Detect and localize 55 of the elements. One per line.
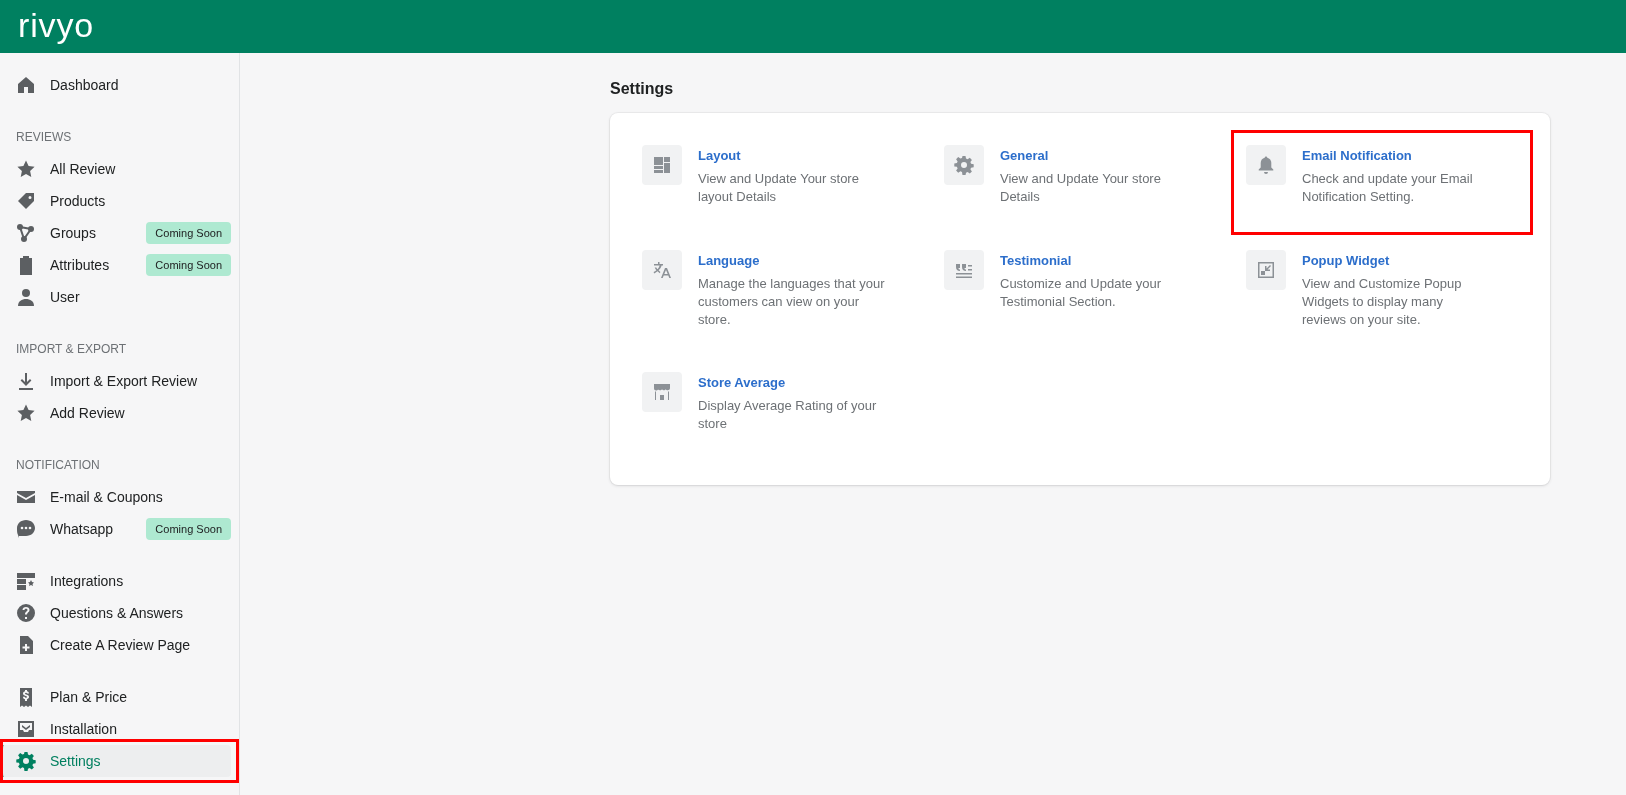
- section-heading: IMPORT & EXPORT: [16, 341, 127, 358]
- star-icon: [16, 159, 36, 179]
- nav-item[interactable]: Add Review: [4, 397, 125, 429]
- settings-icon: [16, 751, 36, 771]
- coming-soon-badge: Coming Soon: [146, 517, 231, 541]
- option-link[interactable]: Layout: [698, 147, 741, 165]
- tag-icon: [16, 191, 36, 211]
- server-gear-icon: [16, 571, 36, 591]
- option-description: Customize and Update your Testimonial Section.: [1000, 275, 1163, 311]
- option-link[interactable]: General: [1000, 147, 1049, 165]
- house-icon: [16, 75, 36, 95]
- nav-item[interactable]: Dashboard: [4, 69, 119, 101]
- nav-item[interactable]: All Review: [4, 153, 116, 185]
- nav-item[interactable]: Integrations: [4, 565, 124, 597]
- nav-item[interactable]: Installation: [4, 713, 117, 745]
- nav-item[interactable]: Products: [4, 185, 106, 217]
- nav-item[interactable]: Attributes: [4, 249, 110, 281]
- nav-item[interactable]: User: [4, 281, 80, 313]
- translate-icon: [652, 260, 672, 280]
- person-icon: [16, 287, 36, 307]
- nav-item[interactable]: Create A Review Page: [4, 629, 191, 661]
- option-link[interactable]: Language: [698, 252, 760, 270]
- nav-item[interactable]: Import & Export Review: [4, 365, 198, 397]
- question-icon: [16, 603, 36, 623]
- nav-item[interactable]: Groups: [4, 217, 96, 249]
- nav-item[interactable]: E-mail & Coupons: [4, 481, 163, 513]
- chat-bubble-icon: [16, 519, 36, 539]
- option-description: Check and update your Email Notification Setting.: [1302, 170, 1474, 206]
- nodes-icon: [16, 223, 36, 243]
- coming-soon-badge: Coming Soon: [146, 253, 231, 277]
- option-description: Manage the languages that your customers can view on your store.: [698, 275, 886, 329]
- logo[interactable]: rivyo: [18, 7, 95, 46]
- coming-soon-badge: Coming Soon: [146, 221, 231, 245]
- bell-icon: [1256, 155, 1276, 175]
- option-description: View and Customize Popup Widgets to display many reviews on your site.: [1302, 275, 1463, 329]
- nav-item[interactable]: Whatsapp: [4, 513, 114, 545]
- layout-grid-icon: [652, 155, 672, 175]
- option-link[interactable]: Store Average: [698, 374, 786, 392]
- option-description: Display Average Rating of your store: [698, 397, 878, 433]
- section-heading: NOTIFICATION: [16, 457, 100, 474]
- star-icon: [16, 403, 36, 423]
- option-link[interactable]: Testimonial: [1000, 252, 1072, 270]
- nav-item[interactable]: Plan & Price: [4, 681, 128, 713]
- page-title: Settings: [610, 79, 675, 99]
- storefront-icon: [652, 382, 672, 402]
- nav-item[interactable]: Settings: [0, 745, 231, 777]
- option-link[interactable]: Popup Widget: [1302, 252, 1390, 270]
- download-icon: [16, 371, 36, 391]
- section-heading: REVIEWS: [16, 129, 72, 146]
- settings-icon: [954, 155, 974, 175]
- option-description: View and Update Your store Details: [1000, 170, 1162, 206]
- tray-icon: [16, 719, 36, 739]
- nav-item[interactable]: Questions & Answers: [4, 597, 184, 629]
- option-description: View and Update Your store layout Details: [698, 170, 860, 206]
- option-link[interactable]: Email Notification: [1302, 147, 1412, 165]
